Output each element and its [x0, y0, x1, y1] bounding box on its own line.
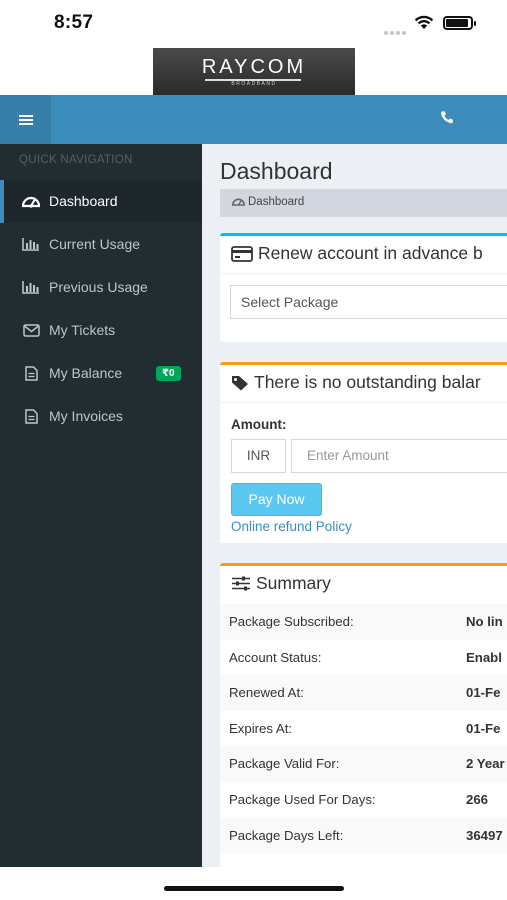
- sidebar-item-my-tickets[interactable]: My Tickets: [0, 309, 202, 352]
- breadcrumb-item[interactable]: Dashboard: [248, 196, 304, 208]
- row-value: No lin: [466, 614, 503, 629]
- table-row: Expires At: 01-Fe: [220, 711, 507, 747]
- sidebar-heading: QUICK NAVIGATION: [19, 154, 133, 166]
- row-value: Enabl: [466, 649, 502, 665]
- status-bar: 8:57: [0, 0, 507, 48]
- dashboard-icon: [22, 193, 40, 209]
- row-label: Package Subscribed:: [229, 614, 354, 629]
- table-row: Account Status: Enabl: [220, 640, 507, 676]
- balance-badge: ₹0: [156, 366, 181, 381]
- table-row: Package Subscribed: No lin: [220, 604, 507, 640]
- signal-dots-icon: [384, 22, 410, 35]
- wifi-icon: [414, 15, 434, 29]
- summary-box-title: Summary: [256, 573, 331, 593]
- summary-box-header: Summary: [231, 573, 331, 594]
- bottom-safe-area: [0, 867, 507, 900]
- battery-icon: [443, 16, 476, 30]
- sidebar: QUICK NAVIGATION Dashboard Current Usage: [0, 144, 202, 867]
- box-divider: [220, 273, 507, 274]
- table-row: Package Used For Days: 266: [220, 782, 507, 818]
- balance-box-title: There is no outstanding balar: [254, 372, 481, 392]
- outstanding-balance-box: There is no outstanding balar Amount: IN…: [220, 362, 507, 543]
- renew-account-box: Renew account in advance b Select Packag…: [220, 233, 507, 342]
- top-navbar: [0, 95, 507, 144]
- page-title: Dashboard: [220, 158, 333, 184]
- logo-text: RAYCOM: [201, 56, 307, 78]
- dashboard-icon: [231, 198, 246, 206]
- sidebar-item-label: Previous Usage: [49, 279, 148, 295]
- balance-box-header: There is no outstanding balar: [231, 372, 481, 393]
- sidebar-item-label: Current Usage: [49, 236, 141, 252]
- row-label: Expires At:: [229, 720, 293, 736]
- raycom-logo: RAYCOM BROADBAND: [153, 48, 355, 95]
- table-row: Package Valid For: 2 Year: [220, 746, 507, 782]
- sidebar-item-label: My Tickets: [49, 322, 116, 338]
- table-row: Renewed At: 01-Fe: [220, 675, 507, 711]
- row-value: 2 Year: [466, 756, 505, 772]
- file-icon: [22, 365, 40, 381]
- breadcrumb: Dashboard: [220, 189, 507, 217]
- main-content: Dashboard Dashboard Renew account in adv…: [202, 144, 507, 867]
- row-label: Package Valid For:: [229, 756, 340, 772]
- sidebar-item-my-balance[interactable]: My Balance ₹0: [0, 352, 202, 395]
- box-divider: [220, 402, 507, 403]
- sliders-icon: [232, 576, 250, 591]
- row-value: 01-Fe: [466, 685, 501, 701]
- sidebar-item-label: Dashboard: [49, 193, 118, 209]
- phone-icon[interactable]: [439, 110, 455, 126]
- renew-box-title: Renew account in advance b: [258, 243, 483, 263]
- sidebar-item-dashboard[interactable]: Dashboard: [0, 180, 202, 223]
- sidebar-toggle-button[interactable]: [0, 95, 51, 144]
- credit-card-icon: [231, 245, 253, 262]
- amount-input[interactable]: Enter Amount: [291, 439, 507, 473]
- renew-box-header: Renew account in advance b: [231, 243, 483, 264]
- sidebar-item-label: My Invoices: [49, 408, 123, 424]
- row-label: Package Days Left:: [229, 827, 344, 843]
- row-value: 266: [466, 791, 489, 807]
- row-label: Package Used For Days:: [229, 791, 376, 807]
- logo-subtext: BROADBAND: [231, 81, 277, 87]
- refund-policy-link[interactable]: Online refund Policy: [231, 519, 352, 534]
- status-time: 8:57: [54, 12, 94, 33]
- sidebar-item-my-invoices[interactable]: My Invoices: [0, 395, 202, 438]
- pay-now-button[interactable]: Pay Now: [231, 483, 322, 516]
- package-select[interactable]: Select Package: [230, 285, 507, 319]
- sidebar-item-label: My Balance: [49, 365, 123, 381]
- file-icon: [22, 408, 40, 424]
- row-label: Account Status:: [229, 649, 322, 665]
- sidebar-item-current-usage[interactable]: Current Usage: [0, 223, 202, 266]
- table-row: Package Days Left: 36497: [220, 817, 507, 854]
- sidebar-item-previous-usage[interactable]: Previous Usage: [0, 266, 202, 309]
- row-label: Renewed At:: [229, 685, 304, 701]
- hamburger-menu-icon: [18, 114, 33, 125]
- summary-box: Summary Package Subscribed: No lin Accou…: [220, 563, 507, 867]
- bar-chart-icon: [22, 236, 40, 252]
- home-indicator[interactable]: [164, 886, 344, 891]
- bar-chart-icon: [22, 279, 40, 295]
- amount-label: Amount:: [231, 417, 287, 432]
- currency-addon: INR: [231, 439, 286, 473]
- envelope-icon: [22, 322, 40, 338]
- row-value: 36497: [466, 827, 503, 843]
- row-value: 01-Fe: [466, 720, 501, 736]
- summary-table: Package Subscribed: No lin Account Statu…: [220, 604, 507, 854]
- tag-icon: [232, 375, 248, 390]
